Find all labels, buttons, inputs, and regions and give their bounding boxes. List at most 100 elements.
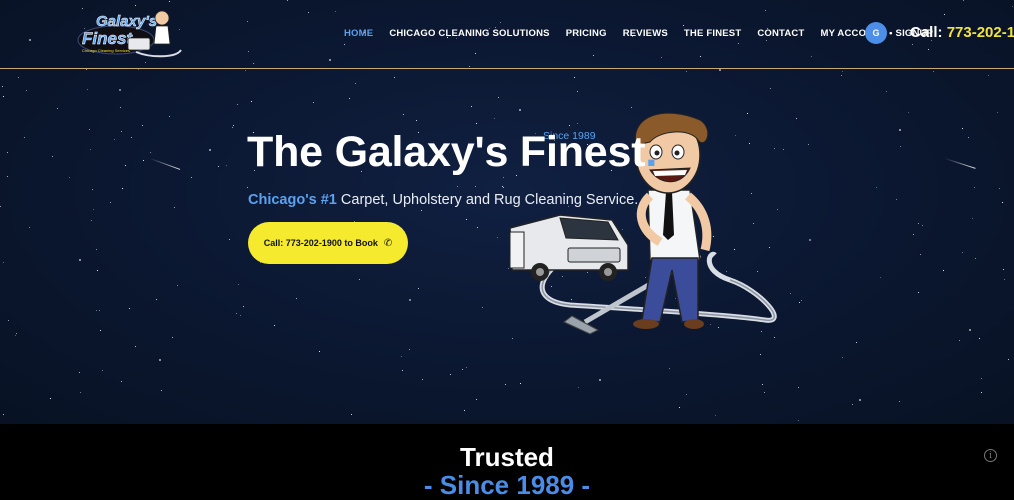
star (296, 298, 297, 299)
star (464, 410, 465, 411)
star (852, 404, 853, 405)
star (102, 370, 103, 371)
star (471, 106, 472, 107)
nav-pricing[interactable]: PRICING (566, 28, 607, 39)
hero-title-text: The Galaxy's Finest (247, 128, 646, 176)
star (922, 225, 923, 226)
star (121, 131, 122, 132)
site-header: Galaxy's Finest Chicago Cleaning Service… (0, 0, 1014, 69)
nav-contact[interactable]: CONTACT (757, 28, 804, 39)
star (760, 354, 761, 355)
star (981, 392, 982, 393)
star (24, 137, 25, 138)
trust-heading: Trusted (460, 442, 554, 472)
star (3, 414, 4, 415)
trust-subheading: - Since 1989 - (423, 470, 591, 500)
star (80, 392, 81, 393)
star (476, 123, 477, 124)
star (416, 120, 417, 121)
star (15, 335, 16, 336)
star (403, 114, 404, 115)
star (498, 97, 499, 98)
star (631, 107, 632, 108)
star (679, 407, 680, 408)
star (16, 333, 17, 334)
nav-chicago-cleaning-solutions[interactable]: CHICAGO CLEANING SOLUTIONS (389, 28, 549, 39)
star (351, 414, 352, 415)
star (86, 69, 87, 70)
info-icon[interactable]: i (984, 449, 997, 462)
star (313, 102, 314, 103)
header-phone[interactable]: Call: 773-202-19 (910, 24, 1014, 41)
star (110, 202, 111, 203)
star (943, 270, 944, 271)
star (764, 392, 765, 393)
star (876, 187, 877, 188)
star (401, 356, 402, 357)
star (236, 313, 237, 314)
star (402, 370, 403, 371)
star (129, 308, 130, 309)
galaxys-finest-logo[interactable]: Galaxy's Finest Chicago Cleaning Service… (76, 6, 184, 60)
star (156, 299, 157, 300)
star (783, 149, 784, 150)
star (1002, 202, 1003, 203)
star (143, 160, 144, 161)
hero-tagline: Chicago's #1 Carpet, Upholstery and Rug … (248, 192, 638, 208)
star (988, 75, 989, 76)
star (8, 320, 9, 321)
star (237, 104, 238, 105)
nav-home[interactable]: HOME (344, 28, 373, 39)
star (238, 284, 239, 285)
star (505, 384, 506, 385)
star (798, 387, 799, 388)
star (457, 186, 458, 187)
nav-the-finest[interactable]: THE FINEST (684, 28, 741, 39)
star (218, 166, 219, 167)
star (99, 310, 100, 311)
star (578, 387, 579, 388)
star (97, 270, 98, 271)
star (355, 83, 356, 84)
star (918, 223, 919, 224)
star (142, 125, 143, 126)
star (920, 254, 921, 255)
star (114, 139, 115, 140)
star (79, 372, 80, 373)
star (1008, 359, 1009, 360)
star (69, 177, 70, 178)
star (574, 77, 575, 78)
star (52, 156, 53, 157)
call-to-book-button[interactable]: Call: 773-202-1900 to Book ✆ (248, 222, 408, 264)
star (886, 91, 887, 92)
star (174, 207, 175, 208)
star (421, 210, 422, 211)
star (801, 300, 802, 301)
star (18, 77, 19, 78)
nav-reviews[interactable]: REVIEWS (623, 28, 668, 39)
header-call-number[interactable]: 773-202-19 (947, 24, 1014, 41)
star (577, 91, 578, 92)
star (962, 252, 963, 253)
star (131, 137, 132, 138)
star (226, 165, 227, 166)
main-navigation: HOME CHICAGO CLEANING SOLUTIONS PRICING … (344, 28, 939, 39)
star (981, 378, 982, 379)
star (972, 218, 973, 219)
logo-line2: Finest (82, 29, 133, 48)
hero-title-dot: . (645, 128, 658, 176)
star (799, 302, 800, 303)
star (918, 292, 919, 293)
star (57, 108, 58, 109)
star (494, 118, 495, 119)
star (7, 152, 8, 153)
star (770, 88, 771, 89)
user-avatar[interactable]: G (865, 22, 887, 44)
star (896, 199, 897, 200)
star (121, 381, 122, 382)
star (3, 96, 4, 97)
star (418, 288, 419, 289)
star (125, 165, 126, 166)
star (962, 128, 963, 129)
star (842, 71, 843, 72)
